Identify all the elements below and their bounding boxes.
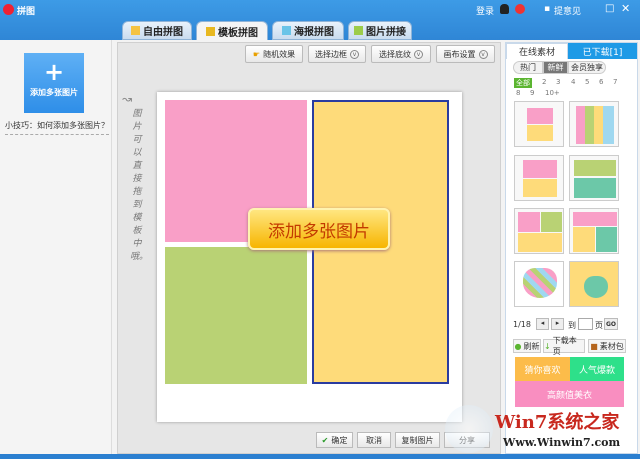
canvas-settings-dropdown[interactable]: 画布设置 v bbox=[436, 45, 495, 63]
tab-downloaded[interactable]: 已下载[1] bbox=[568, 43, 637, 59]
close-button[interactable]: ✕ bbox=[621, 2, 630, 15]
tab-poster[interactable]: 海报拼图 bbox=[272, 21, 344, 40]
bottom-border bbox=[0, 454, 640, 459]
chevron-down-icon: v bbox=[350, 49, 359, 59]
template-thumb[interactable] bbox=[514, 155, 564, 201]
material-pack-button[interactable]: ■ 素材包 bbox=[588, 339, 626, 353]
canvas-label: 画布设置 bbox=[443, 49, 476, 59]
select-texture-dropdown[interactable]: 选择底纹 v bbox=[371, 45, 431, 63]
template-thumb[interactable] bbox=[569, 155, 619, 201]
chevron-down-icon: v bbox=[414, 49, 423, 59]
select-border-dropdown[interactable]: 选择边框 v bbox=[308, 45, 366, 63]
refresh-label: 刷新 bbox=[523, 341, 540, 351]
app-title: 拼图 bbox=[17, 7, 36, 17]
template-thumb-heart[interactable] bbox=[514, 261, 564, 307]
refresh-button[interactable]: ● 刷新 bbox=[513, 339, 541, 353]
feedback-icon: ▪ bbox=[544, 4, 551, 14]
maximize-button[interactable]: □ bbox=[605, 3, 614, 14]
texture-label: 选择底纹 bbox=[379, 49, 411, 59]
page-4[interactable]: 4 bbox=[571, 78, 575, 86]
tab-free[interactable]: 自由拼图 bbox=[122, 21, 192, 40]
chevron-down-icon: v bbox=[478, 49, 488, 59]
package-icon: ■ bbox=[590, 341, 598, 351]
border-label: 选择边框 bbox=[315, 49, 347, 59]
package-label: 素材包 bbox=[599, 341, 624, 351]
drag-hint: 图片可以直接拖到模板中哦。 bbox=[130, 109, 149, 262]
template-thumb[interactable] bbox=[514, 101, 564, 147]
feedback-link[interactable]: 提意见 bbox=[554, 4, 581, 17]
promo-popular[interactable]: 人气爆款 bbox=[570, 357, 624, 381]
page-5[interactable]: 5 bbox=[585, 78, 589, 86]
prev-page-button[interactable]: ◂ bbox=[536, 318, 549, 330]
download-page-button[interactable]: ↓ 下载本页 bbox=[543, 336, 585, 356]
random-label: 随机效果 bbox=[263, 49, 296, 59]
cancel-button[interactable]: 取消 bbox=[357, 432, 391, 448]
page-7[interactable]: 7 bbox=[613, 78, 617, 86]
page-indicator: 1/18 bbox=[513, 320, 531, 329]
add-images-button[interactable]: + 添加多张图片 bbox=[24, 53, 84, 113]
page-8[interactable]: 8 bbox=[516, 89, 520, 97]
template-thumb-heart[interactable] bbox=[569, 261, 619, 307]
tip-link[interactable]: 小技巧：如何添加多张图片？ bbox=[5, 120, 109, 135]
next-page-button[interactable]: ▸ bbox=[551, 318, 564, 330]
refresh-icon: ● bbox=[514, 341, 522, 351]
watermark-url: Www.Winwin7.com bbox=[503, 436, 621, 449]
template-thumb[interactable] bbox=[514, 208, 564, 254]
tab-label: 自由拼图 bbox=[143, 27, 183, 38]
copy-image-button[interactable]: 复制图片 bbox=[395, 432, 440, 448]
page-2[interactable]: 2 bbox=[542, 78, 546, 86]
template-thumb[interactable] bbox=[569, 101, 619, 147]
ok-label: 确定 bbox=[331, 435, 348, 445]
hand-icon: ☛ bbox=[252, 49, 261, 59]
template-icon bbox=[206, 26, 215, 36]
add-images-label: 添加多张图片 bbox=[30, 88, 78, 97]
download-icon: ↓ bbox=[544, 341, 551, 351]
free-collage-icon bbox=[131, 26, 140, 35]
page-input[interactable] bbox=[578, 318, 593, 330]
download-label: 下载本页 bbox=[552, 336, 577, 356]
page-3[interactable]: 3 bbox=[556, 78, 560, 86]
stitch-icon bbox=[354, 26, 363, 35]
tab-label: 海报拼图 bbox=[294, 27, 334, 38]
filter-hot[interactable]: 热门 bbox=[513, 61, 543, 74]
tab-template[interactable]: 模板拼图 bbox=[196, 21, 268, 40]
page-9[interactable]: 9 bbox=[530, 89, 534, 97]
page-unit-label: 页 bbox=[595, 321, 603, 330]
filter-vip[interactable]: 会员独享 bbox=[568, 61, 606, 74]
template-thumb[interactable] bbox=[569, 208, 619, 254]
go-button[interactable]: GO bbox=[604, 318, 618, 330]
page-all[interactable]: 全部 bbox=[514, 78, 532, 88]
tab-stitch[interactable]: 图片拼接 bbox=[348, 21, 412, 40]
weibo-icon[interactable] bbox=[515, 4, 525, 14]
arrow-icon: ↝ bbox=[122, 92, 133, 106]
canvas-add-images-button[interactable]: 添加多张图片 bbox=[248, 208, 390, 250]
slot-green[interactable] bbox=[165, 247, 307, 384]
tab-online-material[interactable]: 在线素材 bbox=[506, 43, 568, 59]
check-icon: ✔ bbox=[321, 435, 329, 445]
page-6[interactable]: 6 bbox=[599, 78, 603, 86]
filter-new[interactable]: 新鲜 bbox=[543, 61, 568, 74]
windows-logo-watermark bbox=[445, 405, 493, 453]
goto-label: 到 bbox=[568, 321, 576, 330]
promo-guess-you-like[interactable]: 猜你喜欢 bbox=[515, 357, 570, 381]
promo-beauty-clothes[interactable]: 高颜值美衣 bbox=[515, 381, 624, 407]
tab-label: 图片拼接 bbox=[366, 27, 406, 38]
app-logo-icon bbox=[3, 4, 14, 15]
plus-icon: + bbox=[43, 58, 65, 86]
poster-icon bbox=[282, 26, 291, 35]
random-effect-button[interactable]: ☛ 随机效果 bbox=[245, 45, 303, 63]
tab-label: 模板拼图 bbox=[218, 27, 258, 39]
page-10plus[interactable]: 10+ bbox=[545, 89, 560, 97]
ok-button[interactable]: ✔ 确定 bbox=[316, 432, 353, 448]
qq-icon[interactable] bbox=[500, 4, 509, 14]
login-link[interactable]: 登录 bbox=[476, 4, 494, 17]
watermark-brand: Win7系统之家 bbox=[495, 412, 620, 433]
